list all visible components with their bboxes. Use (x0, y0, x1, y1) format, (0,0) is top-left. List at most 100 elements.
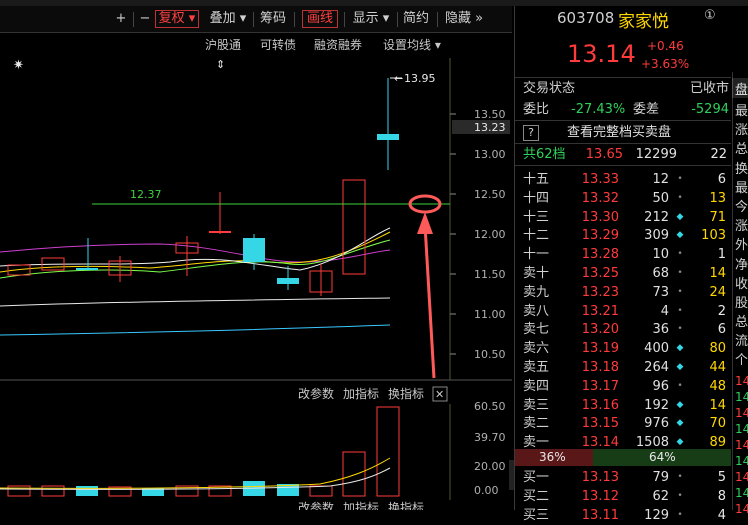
convertible-bond-link[interactable]: 可转债 (260, 37, 296, 52)
sell-level-orders: 44 (709, 360, 726, 375)
volume-bar (7, 485, 31, 497)
price-label: 11.00 (474, 308, 506, 321)
simple-button[interactable]: 简约 (401, 10, 431, 28)
candle (76, 268, 98, 270)
sell-level-row[interactable]: 卖五 13.18 264 ◆ 44 (515, 358, 731, 377)
sell-level-price: 13.29 (581, 228, 619, 244)
adjust-rights-dropdown[interactable]: 复权 ▾ (155, 10, 199, 28)
order-diff-value: -5294 (691, 102, 729, 117)
sell-level-label: 卖二 (523, 416, 550, 432)
ma-settings-dropdown[interactable]: 设置均线 ▾ (383, 38, 441, 52)
sell-level-volume: 73 (652, 284, 669, 300)
minus-icon: − (139, 11, 151, 26)
side-tab-label: 盘 (735, 83, 748, 98)
sell-level-orders: 71 (709, 209, 726, 225)
indicator-axis-labels: 60.50 39.70 20.00 0.00 (474, 400, 506, 497)
help-icon[interactable]: ? (523, 125, 539, 141)
sell-level-row[interactable]: 十五 13.33 12 • 6 (515, 170, 731, 189)
indicator-label: 20.00 (474, 460, 506, 473)
price-change: +0.46 (647, 39, 684, 53)
bottom-add-indicator-button[interactable]: 加指标 (343, 500, 379, 515)
order-ratio-label: 委比 (523, 102, 550, 117)
annotation-arrow-head (417, 212, 433, 234)
hide-button[interactable]: 隐藏 » (441, 10, 487, 28)
indicator-label: 60.50 (474, 400, 506, 413)
sell-level-row[interactable]: 卖三 13.16 192 ◆ 14 (515, 396, 731, 415)
sell-level-price: 13.30 (581, 209, 619, 225)
side-field-label: 换 (735, 161, 748, 177)
volume-bars (7, 406, 400, 497)
stock-name: 家家悦 (618, 12, 669, 32)
indicator-label: 0.00 (474, 484, 499, 497)
sell-level-orders: 2 (717, 303, 726, 319)
zoom-in-button[interactable]: + (113, 10, 129, 28)
price-axis-labels: 13.50 13.00 12.50 12.00 11.50 11.00 10.5… (474, 108, 506, 361)
buy-level-orders: 8 (717, 488, 726, 504)
buy-level-row[interactable]: 买三 13.11 129 • 4 (515, 506, 731, 525)
buy-level-price: 13.11 (581, 507, 619, 523)
kline-svg[interactable]: 沪股通 可转债 融资融券 设置均线 ▾ ✷ ⇕ 13.50 13.00 12.5… (0, 33, 512, 515)
sell-level-row[interactable]: 卖十 13.25 68 • 14 (515, 264, 731, 283)
sell-level-volume: 212 (644, 209, 669, 225)
sell-level-price: 13.15 (581, 416, 619, 432)
side-tab-stock[interactable]: 个 (735, 351, 748, 370)
sell-level-volume: 400 (644, 341, 669, 357)
buy-level-row[interactable]: 买二 13.12 62 • 8 (515, 487, 731, 506)
sell-level-row[interactable]: 卖六 13.19 400 ◆ 80 (515, 339, 731, 358)
switch-indicator-button[interactable]: 换指标 (388, 386, 424, 401)
kline-chart-area[interactable]: 沪股通 可转债 融资融券 设置均线 ▾ ✷ ⇕ 13.50 13.00 12.5… (0, 33, 512, 515)
sell-level-row[interactable]: 卖四 13.17 96 • 48 (515, 377, 731, 396)
sell-level-price: 13.33 (581, 172, 619, 187)
sell-level-row[interactable]: 卖八 13.21 4 • 2 (515, 302, 731, 321)
indicator-params-button[interactable]: 改参数 (298, 386, 334, 401)
circle-number-badge[interactable]: ① (704, 8, 716, 23)
full-book-link[interactable]: 查看完整档买卖盘 (567, 123, 671, 142)
sell-level-row[interactable]: 卖二 13.15 976 ◆ 70 (515, 414, 731, 433)
sell-level-row[interactable]: 十二 13.29 309 ◆ 103 (515, 226, 731, 245)
bottom-params-button[interactable]: 改参数 (298, 500, 334, 515)
sell-level-price: 13.32 (581, 190, 619, 206)
plus-icon: + (115, 11, 127, 26)
margin-trading-link[interactable]: 融资融券 (314, 37, 362, 52)
side-field-label: 今 (735, 200, 748, 215)
toolbar-divider (344, 12, 345, 27)
annotation-arrow-shaft (423, 224, 436, 379)
sell-level-volume: 4 (660, 303, 669, 319)
sell-level-label: 卖八 (523, 303, 550, 319)
sell-level-volume: 36 (652, 322, 669, 338)
side-tab-column: 最涨总换最今涨外净收股总流个 14 14 14 14 14 14 14 14 14 (732, 72, 748, 516)
sell-level-orders: 14 (709, 397, 726, 413)
draw-line-button[interactable]: 画线 (302, 10, 338, 28)
chips-button[interactable]: 筹码 (258, 10, 288, 28)
sell-level-row[interactable]: 十一 13.28 10 • 1 (515, 245, 731, 264)
sell-level-orders: 6 (717, 322, 726, 338)
buy-level-row[interactable]: 买一 13.13 79 • 5 (515, 468, 731, 487)
sell-level-row[interactable]: 十三 13.30 212 ◆ 71 (515, 208, 731, 227)
side-tab-active[interactable]: 盘 (732, 78, 748, 98)
sell-level-row[interactable]: 十四 13.32 50 • 13 (515, 189, 731, 208)
full-book-row[interactable]: ? 查看完整档买卖盘 (515, 123, 731, 142)
total-avg-price: 13.65 (585, 147, 623, 162)
side-field-label: 最 (735, 104, 748, 119)
add-indicator-button[interactable]: 加指标 (343, 386, 379, 401)
sell-level-volume: 264 (644, 360, 669, 375)
overlay-dropdown[interactable]: 叠加 ▾ (206, 10, 250, 28)
sell-level-volume: 96 (652, 378, 669, 394)
sell-level-label: 十三 (523, 209, 550, 225)
zoom-out-button[interactable]: − (137, 10, 153, 28)
sell-level-row[interactable]: 卖七 13.20 36 • 6 (515, 320, 731, 339)
sell-level-orders: 80 (709, 341, 726, 357)
side-field-label: 涨 (735, 219, 748, 235)
toolbar-divider (397, 12, 398, 27)
divider (515, 120, 731, 121)
sell-level-orders: 103 (701, 228, 726, 244)
sell-level-row[interactable]: 卖九 13.23 73 • 24 (515, 283, 731, 302)
sell-level-label: 卖四 (523, 378, 550, 394)
hk-connect-link[interactable]: 沪股通 (205, 38, 241, 52)
buy-level-orders: 4 (717, 507, 726, 523)
bottom-switch-indicator-button[interactable]: 换指标 (388, 500, 424, 515)
order-ratio-row: 委比 -27.43% 委差 -5294 (515, 100, 731, 119)
display-dropdown[interactable]: 显示 ▾ (349, 10, 393, 28)
sell-level-price: 13.28 (581, 247, 619, 263)
high-price-label: 13.95 (404, 72, 436, 85)
